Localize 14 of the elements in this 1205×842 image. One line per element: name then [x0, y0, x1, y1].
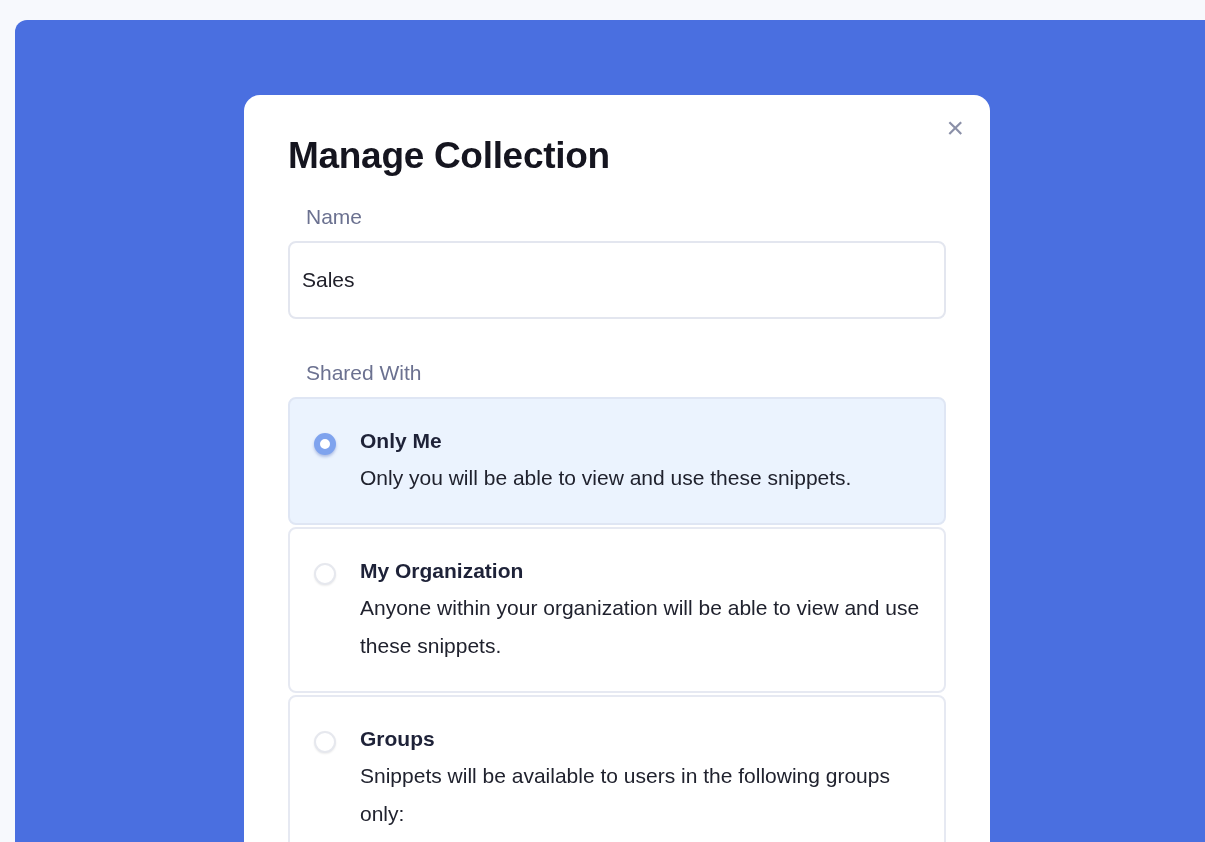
- sharing-option[interactable]: Only Me Only you will be able to view and use these snippets.: [288, 397, 946, 525]
- sharing-option[interactable]: My Organization Anyone within your organization will be able to view and use these snippets.: [288, 527, 946, 693]
- sharing-option[interactable]: Groups Snippets will be available to users in the following groups only:: [288, 695, 946, 842]
- dialog-title: Manage Collection: [288, 135, 611, 177]
- option-title: Groups: [360, 727, 436, 751]
- field-label: Name: [306, 205, 364, 229]
- option-description: Only you will be able to view and use these snippets.: [360, 465, 852, 491]
- name-input-field[interactable]: Sales: [288, 241, 946, 319]
- option-description: Anyone within your organization will be able to view and use these snippets.: [360, 595, 920, 659]
- option-title: My Organization: [360, 559, 525, 583]
- option-description: Snippets will be available to users in the following groups only:: [360, 763, 891, 827]
- field-label: Shared With: [306, 361, 423, 385]
- option-title: Only Me: [360, 429, 443, 453]
- radio-button[interactable]: [314, 433, 336, 455]
